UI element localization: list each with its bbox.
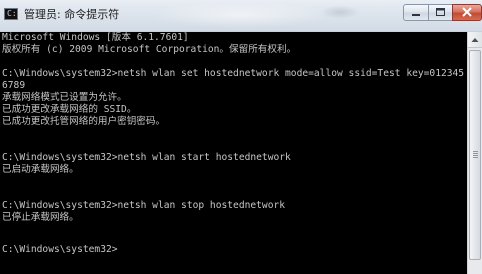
- console-prompt-line: C:\Windows\system32>: [2, 244, 118, 255]
- console-line: C:\Windows\system32>netsh wlan start hos…: [2, 152, 291, 163]
- maximize-icon: [436, 8, 445, 16]
- console-line: 6789: [2, 80, 26, 91]
- console-line: 已停止承载网络。: [2, 212, 79, 223]
- cmd-icon-glyph: C:: [7, 9, 17, 18]
- console-line: 已启动承载网络。: [2, 164, 79, 175]
- cmd-icon[interactable]: C:: [4, 8, 18, 20]
- console-line: 承载网络模式已设置为允许。: [2, 92, 127, 103]
- minimize-button[interactable]: [403, 4, 429, 21]
- scrollbar-thumb[interactable]: [469, 50, 481, 260]
- grip-line: [473, 153, 478, 154]
- console-line: 已成功更改托管网络的用户密钥密码。: [2, 116, 166, 127]
- command-prompt-window: C: 管理员: 命令提示符 Microsoft Windows [版本 6.1.…: [0, 0, 482, 274]
- title-blur-decoration: [150, 2, 330, 28]
- close-icon: [462, 7, 472, 17]
- close-button[interactable]: [452, 4, 482, 21]
- chevron-up-icon: [471, 38, 479, 42]
- vertical-scrollbar[interactable]: [467, 32, 482, 274]
- console-line: C:\Windows\system32>netsh wlan stop host…: [2, 200, 286, 211]
- console-line: Microsoft Windows [版本 6.1.7601]: [2, 32, 189, 43]
- grip-line: [473, 151, 478, 152]
- maximize-button[interactable]: [428, 4, 453, 21]
- console-line: C:\Windows\system32>netsh wlan set hoste…: [2, 68, 465, 79]
- minimize-icon: [412, 14, 420, 16]
- console-line: 已成功更改承载网络的 SSID。: [2, 104, 137, 115]
- scroll-up-button[interactable]: [468, 32, 482, 48]
- grip-line: [473, 155, 478, 156]
- window-title: 管理员: 命令提示符: [24, 8, 120, 21]
- title-blur-decoration-2: [320, 5, 360, 19]
- console-line: 版权所有 (c) 2009 Microsoft Corporation。保留所有…: [2, 44, 297, 55]
- grip-line: [473, 157, 478, 158]
- title-bar[interactable]: C: 管理员: 命令提示符: [0, 0, 482, 32]
